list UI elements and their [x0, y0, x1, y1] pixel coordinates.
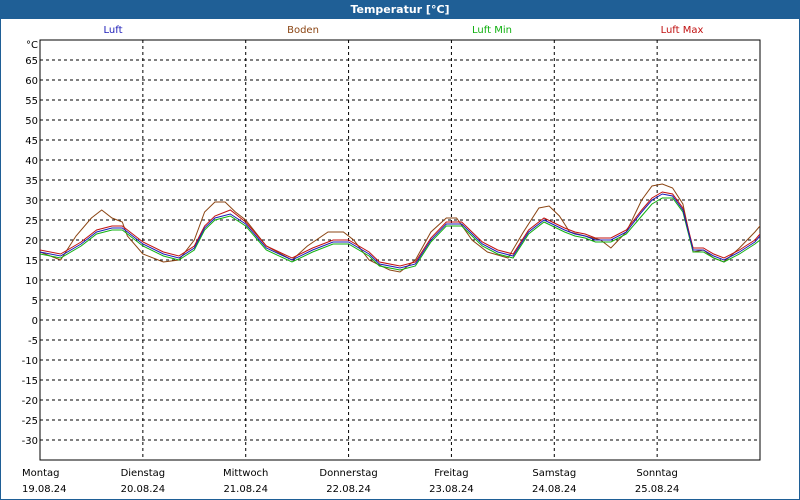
y-tick-label: 25 — [25, 216, 38, 227]
x-tick-weekday: Samstag — [532, 468, 576, 479]
y-tick-label: 65 — [25, 56, 38, 67]
y-tick-label: 60 — [25, 76, 38, 87]
y-tick-label: 0 — [32, 316, 38, 327]
y-tick-label: 40 — [25, 156, 38, 167]
temperature-chart: 65605550454035302520151050-5-10-15-20-25… — [22, 39, 761, 495]
x-tick-weekday: Freitag — [434, 468, 468, 479]
x-tick-date: 20.08.24 — [121, 484, 166, 495]
y-tick-label: -25 — [22, 416, 38, 427]
y-tick-label: 5 — [32, 296, 38, 307]
y-tick-label: 10 — [25, 276, 38, 287]
y-tick-label: 20 — [25, 236, 38, 247]
y-tick-label: -5 — [28, 336, 38, 347]
x-tick-weekday: Donnerstag — [319, 468, 377, 479]
y-tick-label: 15 — [25, 256, 38, 267]
y-tick-label: -10 — [22, 356, 38, 367]
y-tick-label: -15 — [22, 376, 38, 387]
x-tick-weekday: Montag — [22, 468, 59, 479]
x-tick-date: 25.08.24 — [635, 484, 680, 495]
y-tick-label: 35 — [25, 176, 38, 187]
y-tick-label: -30 — [22, 436, 38, 447]
y-tick-label: 45 — [25, 136, 38, 147]
y-tick-label: 50 — [25, 116, 38, 127]
x-tick-weekday: Sonntag — [636, 468, 678, 479]
x-tick-weekday: Dienstag — [121, 468, 166, 479]
x-tick-weekday: Mittwoch — [223, 468, 268, 479]
x-tick-date: 23.08.24 — [429, 484, 474, 495]
plot-area — [39, 39, 761, 461]
x-tick-date: 24.08.24 — [532, 484, 577, 495]
y-tick-label: 30 — [25, 196, 38, 207]
x-tick-date: 21.08.24 — [223, 484, 268, 495]
x-tick-date: 19.08.24 — [22, 484, 67, 495]
y-tick-label: 55 — [25, 96, 38, 107]
x-tick-date: 22.08.24 — [326, 484, 371, 495]
y-tick-label: -20 — [22, 396, 38, 407]
y-axis-unit: °C — [26, 40, 38, 51]
